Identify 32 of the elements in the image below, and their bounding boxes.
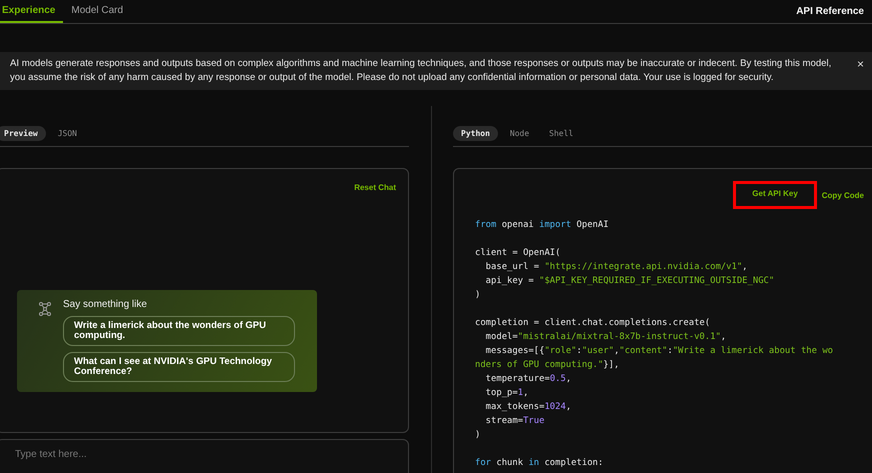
suggestion-title: Say something like xyxy=(63,299,148,310)
nav-tab[interactable]: Model Card xyxy=(69,0,132,23)
suggestion-chip[interactable]: Write a limerick about the wonders of GPU computing. xyxy=(63,316,295,346)
code-line: ) xyxy=(475,289,482,302)
network-icon xyxy=(39,302,51,316)
nav-tab[interactable]: Experience xyxy=(0,0,64,23)
code-action-link[interactable]: Get API Key xyxy=(733,181,817,209)
code-line: completion = client.chat.completions.create( xyxy=(475,317,712,330)
suggestion-chip[interactable]: What can I see at NVIDIA's GPU Technology Conference? xyxy=(63,352,295,382)
code-line: model="mistralai/mixtral-8x7b-instruct-v0.1", xyxy=(484,331,728,344)
panel-tab[interactable]: JSON xyxy=(50,126,85,141)
panel-tab[interactable]: Preview xyxy=(0,126,46,141)
code-line: for chunk in completion: xyxy=(475,457,604,470)
api-reference-link[interactable]: API Reference xyxy=(796,6,864,17)
code-line: stream=True xyxy=(484,415,546,428)
chat-input-field[interactable]: Type text here... xyxy=(0,439,409,473)
code-line: nders of GPU computing."}], xyxy=(475,359,620,372)
notice-text: AI models generate responses and outputs based on complex algorithms and machine learning techniques, and those responses or outputs may be inaccurate or indecent. By testing this model, you assume the risk of any harm caused by any response or output of the model. Please do not upload any confidential information or personal data. Your use is logged for security. xyxy=(10,57,832,85)
language-tab[interactable]: Shell xyxy=(541,126,582,141)
code-line: from openai import OpenAI xyxy=(475,219,610,232)
code-line: ) xyxy=(475,429,482,442)
code-action-link[interactable]: Copy Code xyxy=(816,181,869,209)
language-tab[interactable]: Node xyxy=(502,126,538,141)
code-line: client = OpenAI( xyxy=(475,247,562,260)
reset-chat-link[interactable]: Reset Chat xyxy=(354,183,396,192)
code-line: api_key = "$API_KEY_REQUIRED_IF_EXECUTING_OUTSIDE_NGC" xyxy=(484,275,776,288)
code-line: max_tokens=1024, xyxy=(484,401,572,414)
code-line: temperature=0.5, xyxy=(484,373,572,386)
code-line: messages=[{"role":"user","content":"Write a limerick about the wo xyxy=(484,345,834,358)
code-line: top_p=1, xyxy=(484,387,530,400)
code-line: base_url = "https://integrate.api.nvidia.com/v1", xyxy=(484,261,749,274)
language-tab[interactable]: Python xyxy=(453,126,498,141)
